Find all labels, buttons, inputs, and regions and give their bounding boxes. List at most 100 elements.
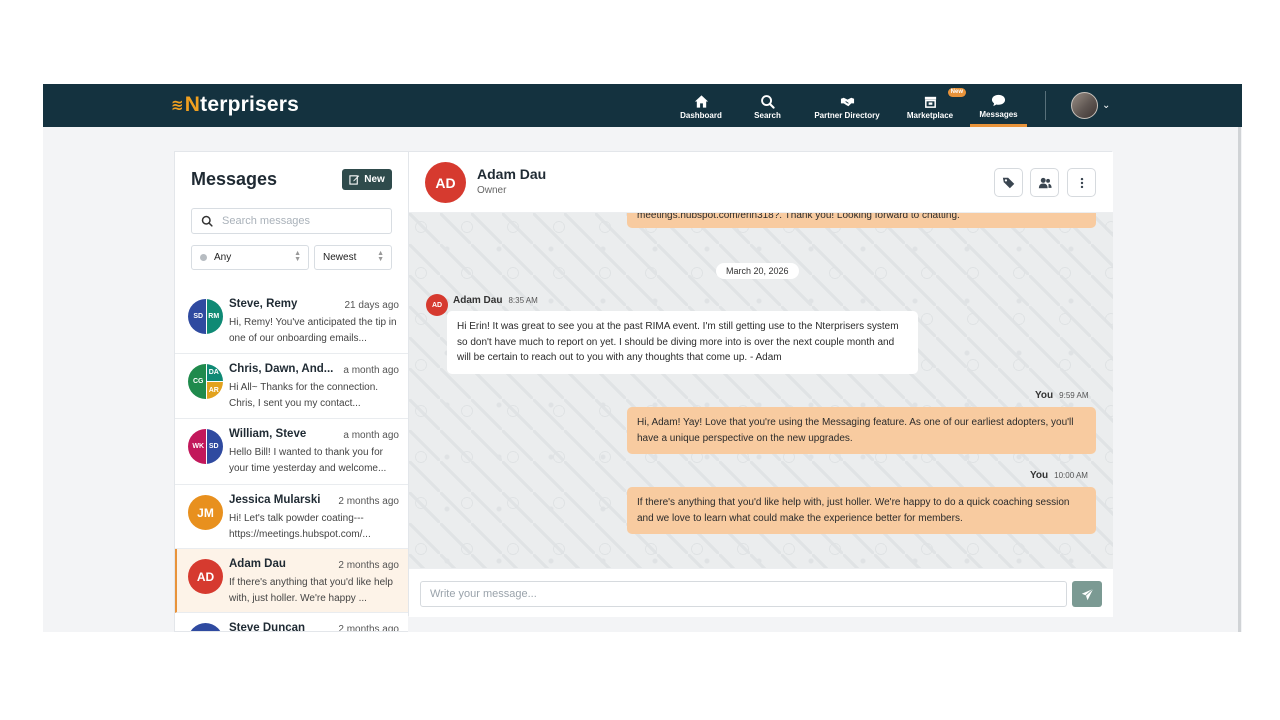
- send-icon: [1081, 588, 1093, 600]
- logo-letter-n: N: [184, 93, 201, 116]
- group-avatar: CG DA AR: [188, 364, 223, 399]
- conversation-time: 21 days ago: [344, 300, 400, 311]
- sort-value: Newest: [323, 252, 357, 263]
- main-nav: Dashboard Search Partner Directory Marke…: [671, 84, 1027, 127]
- send-button[interactable]: [1072, 581, 1102, 607]
- conversation-preview: Hi! Let's talk powder coating--- https:/…: [229, 513, 371, 540]
- messages-sidebar: Messages New Any ▲▼ Newest ▲▼ SD RM Stev…: [174, 151, 408, 632]
- conversation-preview: Hi All~ Thanks for the connection. Chris…: [229, 382, 379, 409]
- user-avatar: [1071, 92, 1098, 119]
- message-composer: [409, 568, 1113, 617]
- conversation-preview: Hi, Remy! You've anticipated the tip in …: [229, 317, 397, 344]
- page-scrollbar[interactable]: [1238, 127, 1241, 632]
- message-bubble-outgoing: Hi, Adam! Yay! Love that you're using th…: [627, 407, 1096, 454]
- search-icon: [201, 215, 213, 227]
- conversation-name: Chris, Dawn, And...: [229, 363, 334, 375]
- nav-dashboard[interactable]: Dashboard: [671, 84, 731, 127]
- conversation-item-active[interactable]: AD Adam Dau 2 months ago If there's anyt…: [175, 549, 408, 613]
- conversation-item[interactable]: JM Jessica Mularski 2 months ago Hi! Let…: [175, 485, 408, 549]
- search-input[interactable]: [222, 215, 372, 227]
- avatar: SD: [188, 623, 223, 631]
- conversation-time: 2 months ago: [338, 624, 399, 632]
- conversation-preview: Hello Bill! I wanted to thank you for yo…: [229, 447, 387, 474]
- contact-avatar: AD: [425, 162, 466, 203]
- avatar-initials: SD: [205, 429, 223, 464]
- logo-mark: ≋: [171, 97, 184, 114]
- tags-icon: [1002, 177, 1014, 188]
- nav-marketplace-label: Marketplace: [906, 111, 954, 120]
- search-messages: [191, 208, 392, 234]
- avatar-initials: SD: [188, 299, 206, 334]
- avatar-initials: CG: [188, 364, 206, 399]
- message-bubble-incoming: Hi Erin! It was great to see you at the …: [447, 311, 918, 374]
- conversation-name: Steve, Remy: [229, 298, 298, 310]
- more-options-button[interactable]: [1067, 168, 1096, 197]
- avatar: JM: [188, 495, 223, 530]
- nav-messages-label: Messages: [979, 109, 1018, 119]
- home-icon: [694, 95, 708, 108]
- conversation-name: Adam Dau: [229, 558, 286, 570]
- conversation-name: Jessica Mularski: [229, 494, 321, 506]
- avatar-initials: DA: [205, 364, 223, 382]
- message-bubble-outgoing: If there's anything that you'd like help…: [627, 487, 1096, 534]
- status-filter-value: Any: [214, 252, 232, 263]
- sidebar-title: Messages: [191, 169, 278, 189]
- nav-partner-directory[interactable]: Partner Directory: [804, 84, 890, 127]
- message-meta: You 10:00 AM: [1030, 470, 1088, 481]
- handshake-icon: [840, 97, 854, 107]
- avatar-initials: RM: [205, 299, 223, 334]
- avatar-initials: WK: [188, 429, 206, 464]
- edit-icon: [349, 175, 360, 185]
- conversation-item[interactable]: SD RM Steve, Remy 21 days ago Hi, Remy! …: [175, 289, 408, 354]
- new-message-button[interactable]: New: [342, 169, 392, 190]
- search-icon: [761, 95, 775, 109]
- message-time: 9:59 AM: [1059, 391, 1089, 400]
- select-arrows-icon: ▲ ▼: [377, 250, 384, 263]
- nav-search[interactable]: Search: [731, 84, 804, 127]
- new-badge: New: [947, 88, 966, 97]
- chat-header: AD Adam Dau Owner: [409, 152, 1113, 213]
- message-time: 10:00 AM: [1054, 471, 1088, 480]
- avatar: AD: [188, 559, 223, 594]
- message-meta: You 9:59 AM: [1035, 390, 1089, 401]
- avatar-initials: AR: [205, 381, 223, 399]
- sender-name: You: [1030, 470, 1049, 481]
- group-avatar: SD RM: [188, 299, 223, 334]
- conversation-item[interactable]: WK SD William, Steve a month ago Hello B…: [175, 419, 408, 485]
- date-divider: March 20, 2026: [716, 263, 799, 279]
- chat-icon: [991, 94, 1006, 106]
- conversation-time: 2 months ago: [338, 560, 399, 571]
- nav-messages[interactable]: Messages: [970, 84, 1027, 127]
- users-icon: [1038, 177, 1052, 188]
- participants-button[interactable]: [1030, 168, 1059, 197]
- message-input[interactable]: [420, 581, 1067, 607]
- message-thread: meetings.hubspot.com/erin318?. Thank you…: [409, 213, 1113, 568]
- conversation-preview: If there's anything that you'd like help…: [229, 577, 393, 604]
- status-filter-select[interactable]: Any ▲ ▼: [191, 245, 309, 270]
- logo-text: terprisers: [200, 93, 300, 116]
- chat-panel: AD Adam Dau Owner meetings.hubspot.com/e…: [408, 151, 1113, 617]
- contact-role: Owner: [477, 185, 507, 196]
- sender-name: Adam Dau: [453, 295, 503, 306]
- top-navigation: ≋ Nterprisers Dashboard Search Partner Di…: [43, 84, 1242, 127]
- conversation-time: a month ago: [343, 430, 399, 441]
- conversation-item[interactable]: CG DA AR Chris, Dawn, And... a month ago…: [175, 354, 408, 419]
- profile-menu[interactable]: ⌄: [1071, 92, 1110, 119]
- app-window: ≋ Nterprisers Dashboard Search Partner Di…: [43, 84, 1242, 632]
- message-bubble-outgoing: meetings.hubspot.com/erin318?. Thank you…: [627, 213, 1096, 228]
- brand-logo[interactable]: ≋ Nterprisers: [171, 93, 299, 117]
- message-time: 8:35 AM: [508, 296, 538, 305]
- group-avatar: WK SD: [188, 429, 223, 464]
- conversation-name: William, Steve: [229, 428, 307, 440]
- contact-name: Adam Dau: [477, 166, 547, 182]
- kebab-menu-icon: [1080, 177, 1083, 188]
- message-meta: Adam Dau 8:35 AM: [453, 295, 538, 306]
- nav-marketplace[interactable]: Marketplace New: [890, 84, 970, 127]
- tag-button[interactable]: [994, 168, 1023, 197]
- conversation-item[interactable]: SD Steve Duncan 2 months ago: [175, 613, 408, 632]
- new-message-label: New: [364, 174, 385, 185]
- sender-avatar: AD: [426, 294, 448, 316]
- conversation-name: Steve Duncan: [229, 622, 306, 632]
- conversation-time: 2 months ago: [338, 496, 399, 507]
- sort-select[interactable]: Newest ▲ ▼: [314, 245, 392, 270]
